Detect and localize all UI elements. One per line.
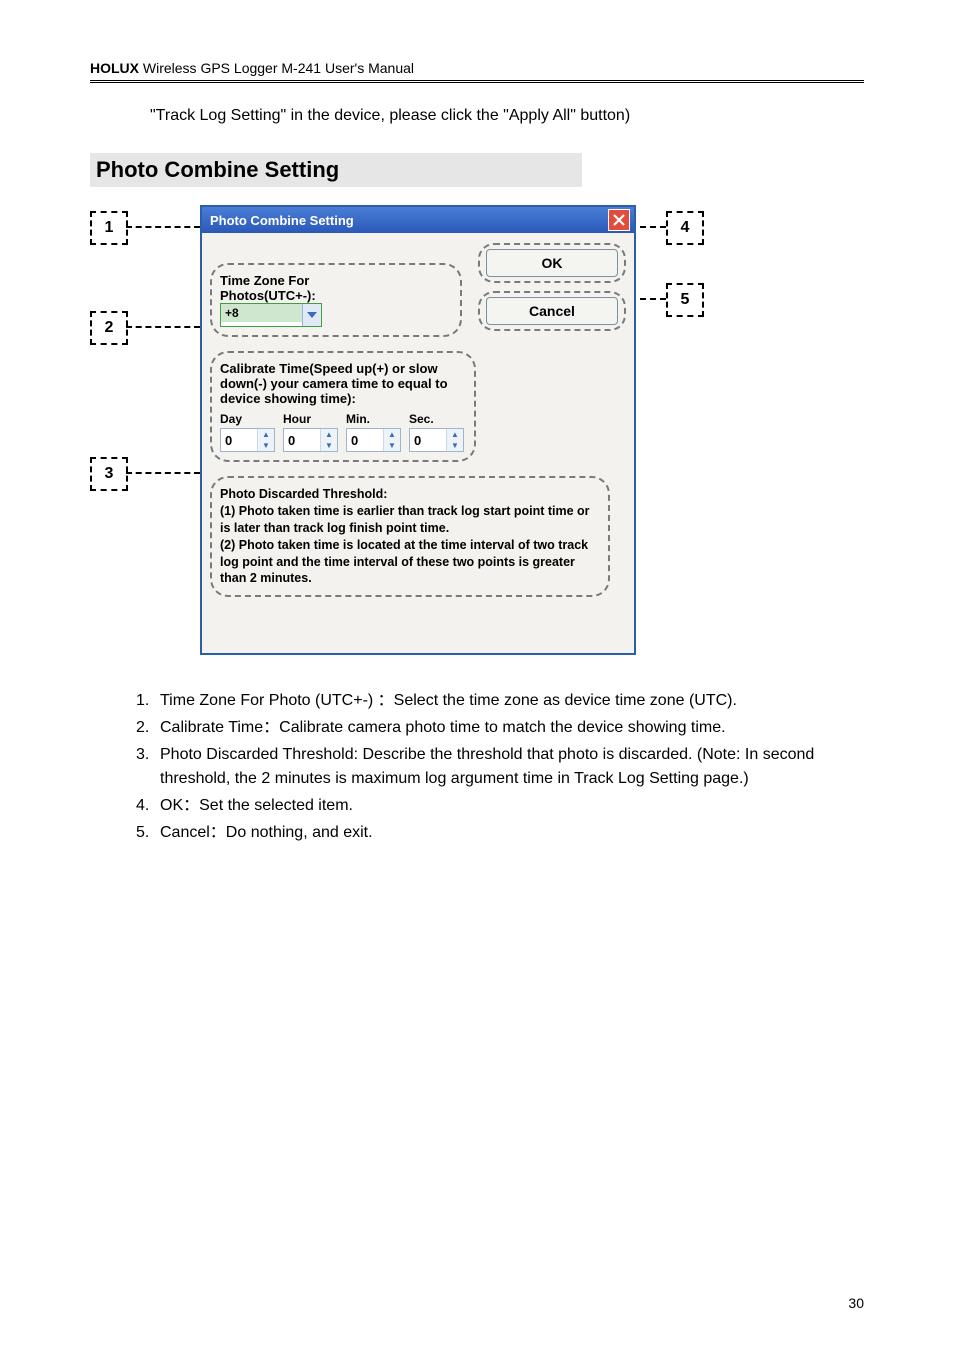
list-item: 5.Cancel：Do nothing, and exit. xyxy=(136,821,864,844)
close-icon xyxy=(613,214,625,226)
callout-2: 2 xyxy=(90,311,128,345)
list-item: 3.Photo Discarded Threshold: Describe th… xyxy=(136,743,864,789)
calibrate-group: Calibrate Time(Speed up(+) or slow down(… xyxy=(210,351,476,462)
label-min: Min. xyxy=(346,412,370,426)
cancel-button[interactable]: Cancel xyxy=(486,297,618,325)
spinner-hour[interactable]: 0 ▲▼ xyxy=(283,428,338,452)
callout-3: 3 xyxy=(90,457,128,491)
spinner-hour-value: 0 xyxy=(284,429,320,451)
timezone-select[interactable]: +8 xyxy=(220,303,322,327)
callout-5: 5 xyxy=(666,283,704,317)
spinner-sec-value: 0 xyxy=(410,429,446,451)
callout-4: 4 xyxy=(666,211,704,245)
dialog-titlebar: Photo Combine Setting xyxy=(202,207,634,233)
spinner-sec[interactable]: 0 ▲▼ xyxy=(409,428,464,452)
intro-text: "Track Log Setting" in the device, pleas… xyxy=(150,107,864,125)
label-sec: Sec. xyxy=(409,412,434,426)
ok-button[interactable]: OK xyxy=(486,249,618,277)
arrow-up-icon[interactable]: ▲ xyxy=(258,429,274,440)
connector xyxy=(126,226,200,228)
label-hour: Hour xyxy=(283,412,311,426)
threshold-title: Photo Discarded Threshold: xyxy=(220,486,600,503)
ok-highlight: OK xyxy=(478,243,626,283)
threshold-group: Photo Discarded Threshold: (1) Photo tak… xyxy=(210,476,610,597)
list-item: 2.Calibrate Time：Calibrate camera photo … xyxy=(136,716,864,739)
close-button[interactable] xyxy=(608,209,630,231)
section-title: Photo Combine Setting xyxy=(90,153,582,187)
connector xyxy=(126,472,200,474)
cancel-highlight: Cancel xyxy=(478,291,626,331)
page-number: 30 xyxy=(848,1295,864,1311)
header-brand: HOLUX xyxy=(90,60,139,76)
list-item: 4.OK：Set the selected item. xyxy=(136,794,864,817)
explanation-list: 1.Time Zone For Photo (UTC+-) ：Select th… xyxy=(136,689,864,844)
callout-1: 1 xyxy=(90,211,128,245)
spinner-min-value: 0 xyxy=(347,429,383,451)
label-day: Day xyxy=(220,412,242,426)
dialog-title: Photo Combine Setting xyxy=(210,213,608,228)
header-rule xyxy=(90,80,864,83)
page-header: HOLUX Wireless GPS Logger M-241 User's M… xyxy=(90,60,864,76)
connector xyxy=(126,326,200,328)
diagram: 1 2 3 4 5 Photo Combine Setting OK xyxy=(90,199,710,669)
calibrate-title: Calibrate Time(Speed up(+) or slow down(… xyxy=(220,361,466,406)
arrow-up-icon[interactable]: ▲ xyxy=(384,429,400,440)
arrow-down-icon[interactable]: ▼ xyxy=(321,440,337,451)
photo-combine-dialog: Photo Combine Setting OK Cancel Time Zon… xyxy=(200,205,636,655)
list-item: 1.Time Zone For Photo (UTC+-) ：Select th… xyxy=(136,689,864,712)
arrow-down-icon[interactable]: ▼ xyxy=(447,440,463,451)
arrow-down-icon[interactable]: ▼ xyxy=(258,440,274,451)
threshold-line-2: (2) Photo taken time is located at the t… xyxy=(220,537,600,588)
arrow-up-icon[interactable]: ▲ xyxy=(321,429,337,440)
arrow-up-icon[interactable]: ▲ xyxy=(447,429,463,440)
timezone-group: Time Zone For Photos(UTC+-): +8 xyxy=(210,263,462,337)
arrow-down-icon[interactable]: ▼ xyxy=(384,440,400,451)
header-rest: Wireless GPS Logger M-241 User's Manual xyxy=(139,60,414,76)
chevron-down-icon xyxy=(302,304,321,326)
spinner-day[interactable]: 0 ▲▼ xyxy=(220,428,275,452)
threshold-line-1: (1) Photo taken time is earlier than tra… xyxy=(220,503,600,537)
spinner-day-value: 0 xyxy=(221,429,257,451)
spinner-min[interactable]: 0 ▲▼ xyxy=(346,428,401,452)
timezone-label: Time Zone For Photos(UTC+-): xyxy=(220,273,350,303)
